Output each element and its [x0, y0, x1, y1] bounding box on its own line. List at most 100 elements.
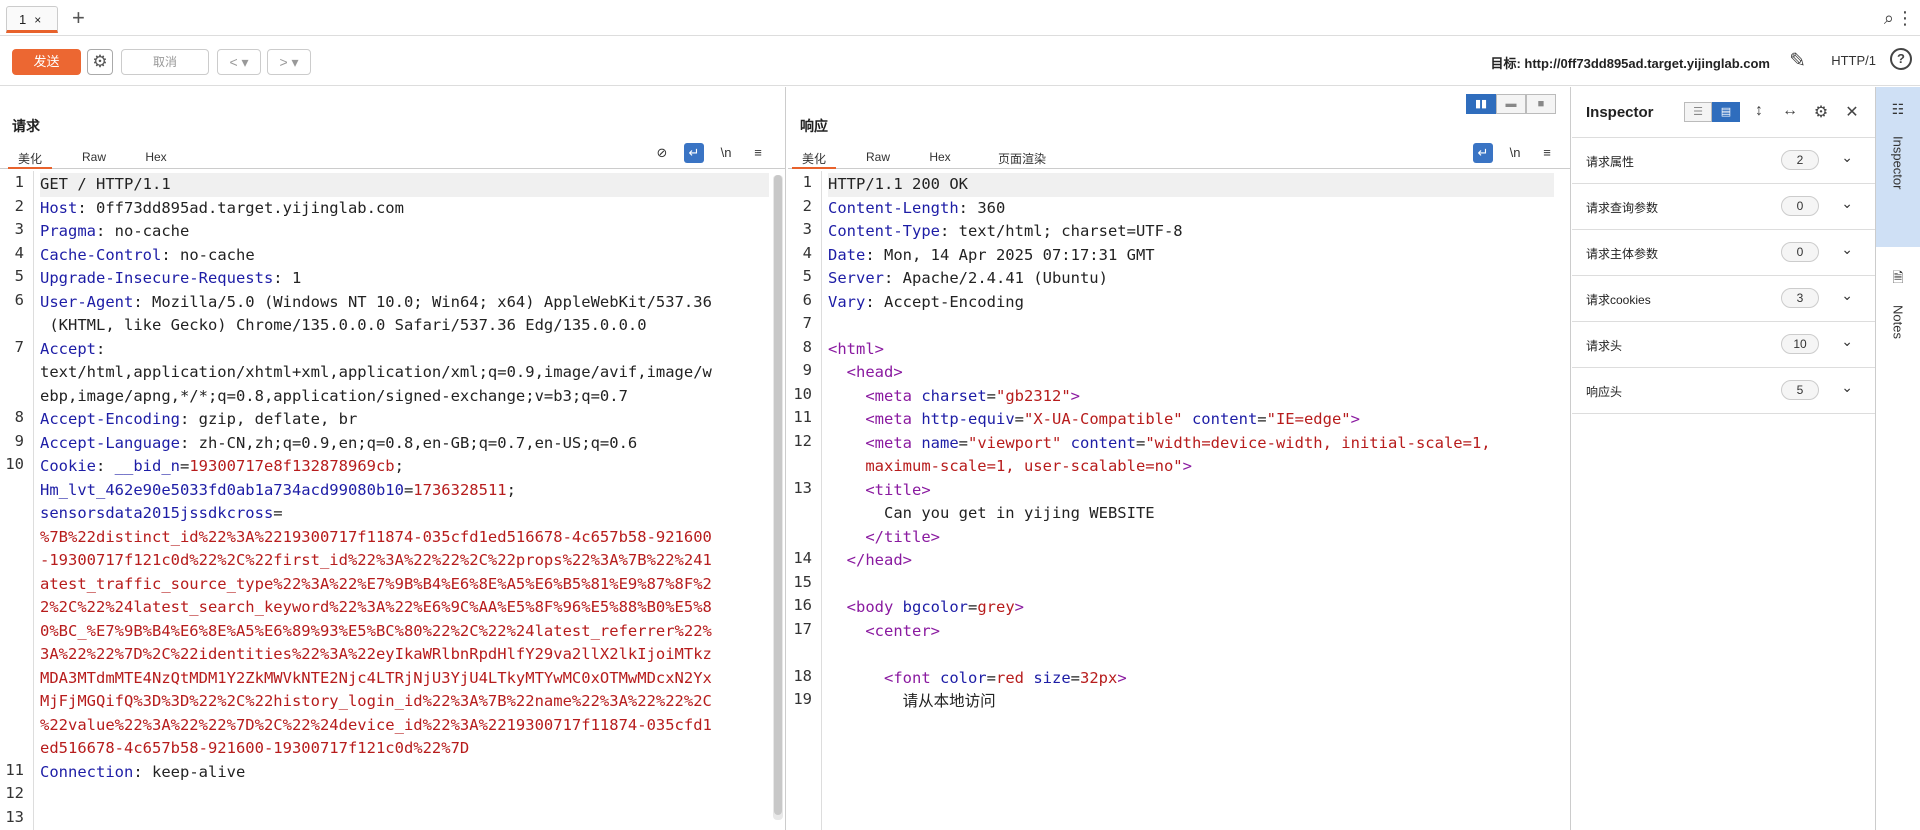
- chevron-down-icon[interactable]: ⌄: [1841, 333, 1853, 350]
- code-line: MDA3MTdmMTE4NzQtMDM1Y2ZkMWVkNTE2Njc4LTRj…: [40, 667, 769, 691]
- line-number: 4: [802, 243, 812, 262]
- line-number: 13: [5, 807, 24, 826]
- forward-button[interactable]: > ▾: [267, 49, 311, 75]
- line-number: 11: [793, 408, 812, 426]
- code-line: <html>: [828, 338, 1554, 362]
- response-editor[interactable]: 1 HTTP/1.1 200 OK 2 Content-Length: 360 3 Con…: [788, 171, 1570, 830]
- inspector-icon: ☷: [1891, 101, 1905, 117]
- tab-render[interactable]: 页面渲染: [990, 143, 1054, 169]
- vertical-scrollbar[interactable]: [773, 175, 783, 820]
- rail-tab-inspector[interactable]: ☷ Inspector: [1876, 87, 1920, 247]
- code-line: <title>: [828, 479, 1554, 503]
- search-icon[interactable]: ⌕: [1884, 8, 1894, 29]
- list-view-icon[interactable]: ☰: [1684, 102, 1712, 122]
- chevron-down-icon[interactable]: ⌄: [1841, 195, 1853, 212]
- code-token: Date: [828, 245, 866, 264]
- layout-single-icon[interactable]: ■: [1526, 94, 1556, 114]
- close-icon[interactable]: ×: [34, 13, 41, 27]
- chevron-down-icon[interactable]: ⌄: [1841, 149, 1853, 166]
- send-button[interactable]: 发送: [12, 49, 81, 75]
- line-number: 2: [14, 196, 24, 215]
- layout-side-by-side-icon[interactable]: ▮▮: [1466, 94, 1496, 114]
- collapse-all-icon[interactable]: ↔: [1779, 102, 1801, 120]
- code-token: >: [1350, 410, 1360, 428]
- tab-pretty[interactable]: 美化: [792, 143, 836, 169]
- line-number: 15: [793, 572, 812, 591]
- gear-icon[interactable]: ⚙: [87, 49, 113, 75]
- code-line: Server: Apache/2.4.41 (Ubuntu): [828, 267, 1554, 291]
- newline-icon[interactable]: \n: [716, 143, 736, 163]
- section-label: 请求头: [1586, 339, 1623, 353]
- code-line: 3A%22%22%7D%2C%22identities%22%3A%22eyIk…: [40, 643, 769, 667]
- code-token: 2%2C%22%24latest_search_keyword%22%3A%22…: [40, 598, 712, 616]
- code-token: <title>: [828, 480, 931, 499]
- chevron-down-icon[interactable]: ⌄: [1841, 241, 1853, 258]
- code-line: Hm_lvt_462e90e5033fd0ab1a734acd99080b10=…: [40, 479, 769, 503]
- request-editor[interactable]: 1 GET / HTTP/1.1 2 Host: 0ff73dd895ad.targe…: [0, 171, 785, 830]
- wrap-icon[interactable]: ↵: [1473, 143, 1493, 163]
- more-icon[interactable]: ⋮: [1896, 8, 1914, 29]
- close-icon[interactable]: ✕: [1841, 102, 1863, 122]
- inspector-section[interactable]: 请求cookies 3 ⌄: [1572, 276, 1875, 322]
- add-tab-button[interactable]: +: [72, 6, 85, 30]
- inspector-section[interactable]: 请求查询参数 0 ⌄: [1572, 184, 1875, 230]
- code-token: Accept-Language: [40, 433, 180, 452]
- expand-all-icon[interactable]: ↕: [1748, 102, 1770, 120]
- code-token: : Mon, 14 Apr 2025 07:17:31 GMT: [865, 245, 1155, 264]
- code-token: Content-Type: [828, 222, 940, 240]
- menu-icon[interactable]: ≡: [1537, 143, 1557, 163]
- code-token: =: [273, 504, 283, 522]
- inspector-section[interactable]: 请求属性 2 ⌄: [1572, 138, 1875, 184]
- hide-icon[interactable]: ⊘: [652, 143, 672, 163]
- code-line: Can you get in yijing WEBSITE: [828, 502, 1554, 526]
- line-number: 7: [14, 337, 24, 356]
- section-label: 请求查询参数: [1586, 201, 1659, 215]
- layout-stacked-icon[interactable]: ▬: [1496, 94, 1526, 114]
- table-view-icon[interactable]: ▤: [1712, 102, 1740, 122]
- inspector-section[interactable]: 响应头 5 ⌄: [1572, 368, 1875, 414]
- chevron-down-icon[interactable]: ⌄: [1841, 287, 1853, 304]
- code-token: Upgrade-Insecure-Requests: [40, 269, 274, 287]
- help-icon[interactable]: ?: [1890, 48, 1912, 70]
- section-label: 请求cookies: [1586, 293, 1651, 307]
- line-number: 16: [793, 596, 812, 614]
- code-line: Accept-Language: zh-CN,zh;q=0.9,en;q=0.8…: [40, 432, 769, 456]
- code-line: ed516678-4c657b58-921600-19300717f121c0d…: [40, 737, 769, 761]
- code-token: atest_traffic_source_type%22%3A%22%E7%9B…: [40, 574, 712, 593]
- protocol-label[interactable]: HTTP/1: [1831, 53, 1876, 68]
- code-token: content: [1182, 410, 1258, 428]
- cancel-button[interactable]: 取消: [121, 49, 209, 75]
- line-number: 10: [5, 455, 24, 473]
- line-number: 2: [802, 196, 812, 215]
- menu-icon[interactable]: ≡: [748, 143, 768, 163]
- tab-hex[interactable]: Hex: [918, 143, 962, 169]
- inspector-section[interactable]: 请求头 10 ⌄: [1572, 322, 1875, 368]
- inspector-section[interactable]: 请求主体参数 0 ⌄: [1572, 230, 1875, 276]
- code-token: "gb2312": [996, 386, 1071, 405]
- code-token: </title>: [828, 527, 940, 546]
- newline-icon[interactable]: \n: [1505, 143, 1525, 163]
- tab-raw[interactable]: Raw: [72, 143, 116, 169]
- pencil-icon[interactable]: ✎: [1789, 48, 1806, 73]
- code-line: Cookie: __bid_n=19300717e8f132878969cb;: [40, 455, 769, 479]
- code-token: =: [1014, 410, 1024, 428]
- back-button[interactable]: < ▾: [217, 49, 261, 75]
- wrap-icon[interactable]: ↵: [684, 143, 704, 163]
- response-title: 响应: [800, 118, 828, 134]
- scroll-thumb[interactable]: [774, 175, 782, 815]
- tab-hex[interactable]: Hex: [134, 143, 178, 169]
- code-line: Accept:: [40, 338, 769, 362]
- line-number: 13: [793, 478, 812, 497]
- line-number: 8: [802, 337, 812, 356]
- code-token: User-Agent: [40, 292, 134, 311]
- code-line: <head>: [828, 361, 1554, 385]
- tab-raw[interactable]: Raw: [856, 143, 900, 169]
- code-token: : text/html; charset=UTF-8: [939, 222, 1183, 240]
- gear-icon[interactable]: ⚙: [1810, 102, 1832, 122]
- tab-1[interactable]: 1 ×: [6, 6, 58, 33]
- target-url: 目标: http://0ff73dd895ad.target.yijinglab…: [1490, 56, 1770, 71]
- code-token: =: [1257, 410, 1267, 428]
- rail-tab-notes[interactable]: 🗎 Notes: [1876, 259, 1920, 369]
- chevron-down-icon[interactable]: ⌄: [1841, 379, 1853, 396]
- tab-pretty[interactable]: 美化: [8, 143, 52, 169]
